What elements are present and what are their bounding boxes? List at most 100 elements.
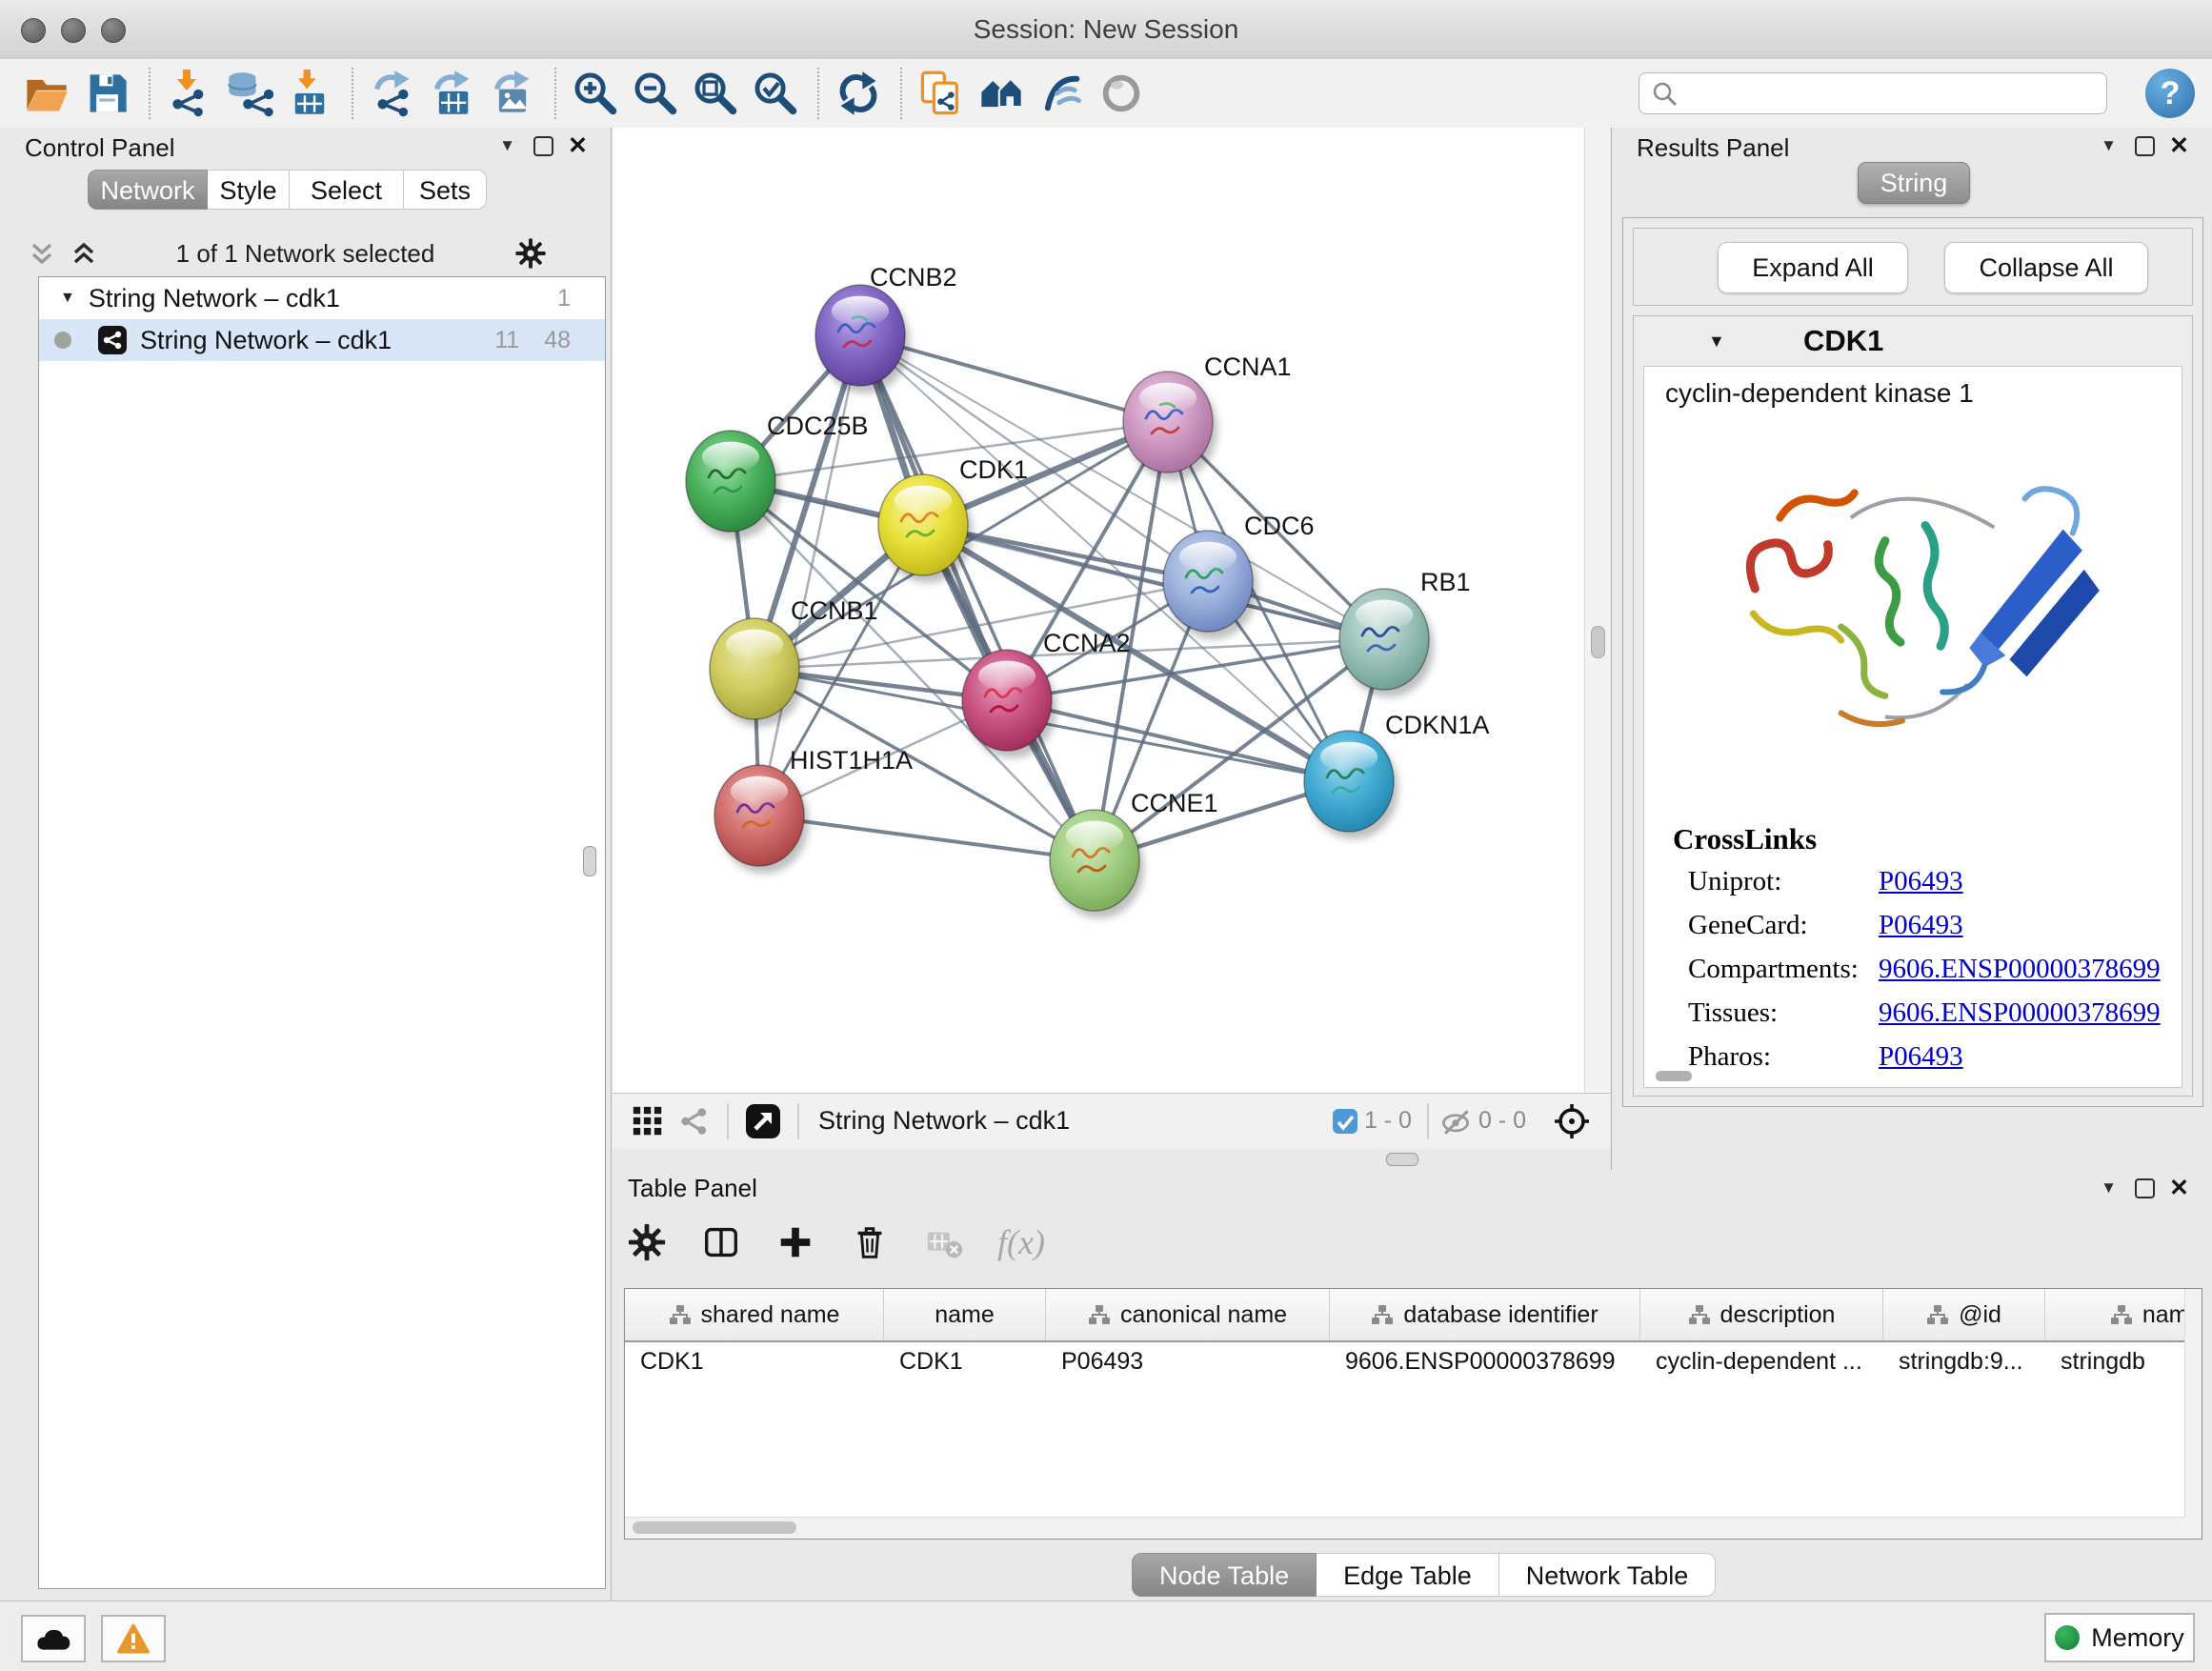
zoom-fit-icon[interactable] [692,70,739,117]
cloud-button[interactable] [21,1615,86,1662]
column-header-database-identifier[interactable]: database identifier [1330,1289,1640,1340]
import-network-file-icon[interactable] [166,70,213,117]
zoom-out-icon[interactable] [632,70,679,117]
panel-float-icon[interactable] [2135,1178,2155,1198]
panel-float-icon[interactable] [2135,136,2155,156]
crosslink-link[interactable]: 9606.ENSP00000378699 [1879,954,2161,997]
string-home-icon[interactable] [977,70,1025,117]
show-graphics-details-icon[interactable] [1037,70,1085,117]
vertical-splitter-handle[interactable] [583,846,596,876]
network-row-selected[interactable]: String Network – cdk1 1148 [39,319,605,361]
birds-eye-view-icon[interactable] [744,1102,782,1140]
plus-icon[interactable] [774,1221,816,1263]
function-icon: f(x) [997,1222,1045,1262]
panel-float-icon[interactable] [533,136,553,156]
column-type-icon [1688,1303,1711,1326]
crosslinks-heading: CrossLinks [1673,822,1817,856]
trash-icon[interactable] [849,1221,891,1263]
column-header-canonical-name[interactable]: canonical name [1046,1289,1330,1340]
collapse-section-icon[interactable]: ▼ [1708,332,1725,352]
delete-table-icon [923,1221,965,1263]
refresh-layout-icon[interactable] [835,70,882,117]
hidden-eye-icon[interactable] [1438,1104,1473,1138]
tab-network-table[interactable]: Network Table [1499,1553,1717,1597]
save-session-icon[interactable] [83,70,131,117]
table-vertical-scrollbar[interactable] [2184,1289,2202,1539]
table-cell: stringdb:9... [1883,1348,2045,1376]
selected-checkbox-icon[interactable] [1332,1108,1358,1135]
network-collection-label: String Network – cdk1 [89,284,340,313]
panel-close-icon[interactable]: ✕ [2169,131,2189,160]
column-header-namespace[interactable]: namespace [2045,1289,2202,1340]
table-row[interactable]: CDK1CDK1P064939606.ENSP00000378699cyclin… [625,1342,2202,1380]
columns-icon[interactable] [700,1221,742,1263]
grid-view-icon[interactable] [632,1105,664,1137]
network-collection-count: 1 [557,285,571,312]
tab-network[interactable]: Network [88,170,208,210]
network-collection-row[interactable]: ▼ String Network – cdk1 1 [39,277,605,319]
warning-button[interactable] [101,1615,166,1662]
table-panel-title: Table Panel [628,1174,757,1203]
panel-close-icon[interactable]: ✕ [2169,1174,2189,1202]
canvas-scrollbar[interactable] [1584,128,1610,1093]
collapse-all-button[interactable]: Collapse All [1944,242,2148,293]
node-label-CDK1: CDK1 [959,455,1028,484]
network-canvas-region: CCNB2CCNA1CDC25BCDK1CDC6RB1CCNB1CCNA2CDK… [613,128,1610,1170]
zoom-selected-icon[interactable] [752,70,799,117]
tab-string[interactable]: String [1858,162,1970,204]
export-network-icon[interactable] [369,70,416,117]
table-cell: P06493 [1046,1348,1330,1376]
import-table-icon[interactable] [286,70,333,117]
table-horizontal-scrollbar[interactable] [625,1517,2185,1539]
table-scrollbar-thumb[interactable] [633,1521,796,1534]
crosslink-row: GeneCard:P06493 [1688,910,2172,954]
panel-close-icon[interactable]: ✕ [568,131,588,160]
column-header-description[interactable]: description [1640,1289,1883,1340]
network-selection-summary: 1 of 1 Network selected [17,239,593,269]
network-canvas[interactable]: CCNB2CCNA1CDC25BCDK1CDC6RB1CCNB1CCNA2CDK… [613,128,1610,1093]
export-table-icon[interactable] [429,70,476,117]
gear-icon[interactable] [626,1221,668,1263]
tab-node-table[interactable]: Node Table [1132,1553,1317,1597]
crosslink-label: Tissues: [1688,997,1879,1041]
canvas-scrollbar-thumb[interactable] [1591,626,1605,658]
search-input[interactable] [1678,75,2106,111]
expand-all-button[interactable]: Expand All [1718,242,1908,293]
network-view-title: String Network – cdk1 [818,1106,1070,1136]
copy-style-icon[interactable] [917,70,965,117]
horizontal-splitter-handle[interactable] [1386,1153,1418,1166]
cloud-icon [35,1624,71,1653]
gear-icon[interactable] [513,236,548,271]
node-label-CDC25B: CDC25B [767,412,869,440]
column-header-name[interactable]: name [884,1289,1046,1340]
crosslink-link[interactable]: 9606.ENSP00000378699 [1879,997,2161,1041]
help-icon[interactable]: ? [2145,69,2195,118]
tab-style[interactable]: Style [208,170,290,210]
open-session-icon[interactable] [23,70,70,117]
share-view-icon[interactable] [677,1104,712,1138]
memory-button[interactable]: Memory [2044,1613,2195,1662]
column-type-icon [2110,1303,2133,1326]
export-image-icon[interactable] [489,70,536,117]
eye-icon[interactable] [1097,70,1145,117]
mini-scrollbar-thumb[interactable] [1656,1071,1692,1081]
panel-menu-icon[interactable]: ▼ [2101,1178,2117,1198]
column-header-shared-name[interactable]: shared name [625,1289,884,1340]
tab-select[interactable]: Select [290,170,404,210]
gene-section-header[interactable]: ▼ CDK1 [1634,316,2192,364]
tab-edge-table[interactable]: Edge Table [1317,1553,1499,1597]
crosslink-link[interactable]: P06493 [1879,910,1963,954]
crosslink-link[interactable]: P06493 [1879,866,1963,910]
node-table: shared namenamecanonical namedatabase id… [624,1288,2202,1540]
zoom-in-icon[interactable] [572,70,619,117]
column-header--id[interactable]: @id [1883,1289,2045,1340]
crosshair-icon[interactable] [1553,1102,1591,1140]
toolbar-search [1639,72,2107,114]
panel-menu-icon[interactable]: ▼ [499,136,515,155]
memory-label: Memory [2091,1623,2184,1653]
tree-expand-icon[interactable]: ▼ [60,290,75,307]
crosslink-link[interactable]: P06493 [1879,1041,1963,1085]
panel-menu-icon[interactable]: ▼ [2101,136,2117,155]
import-network-database-icon[interactable] [226,70,273,117]
tab-sets[interactable]: Sets [404,170,487,210]
